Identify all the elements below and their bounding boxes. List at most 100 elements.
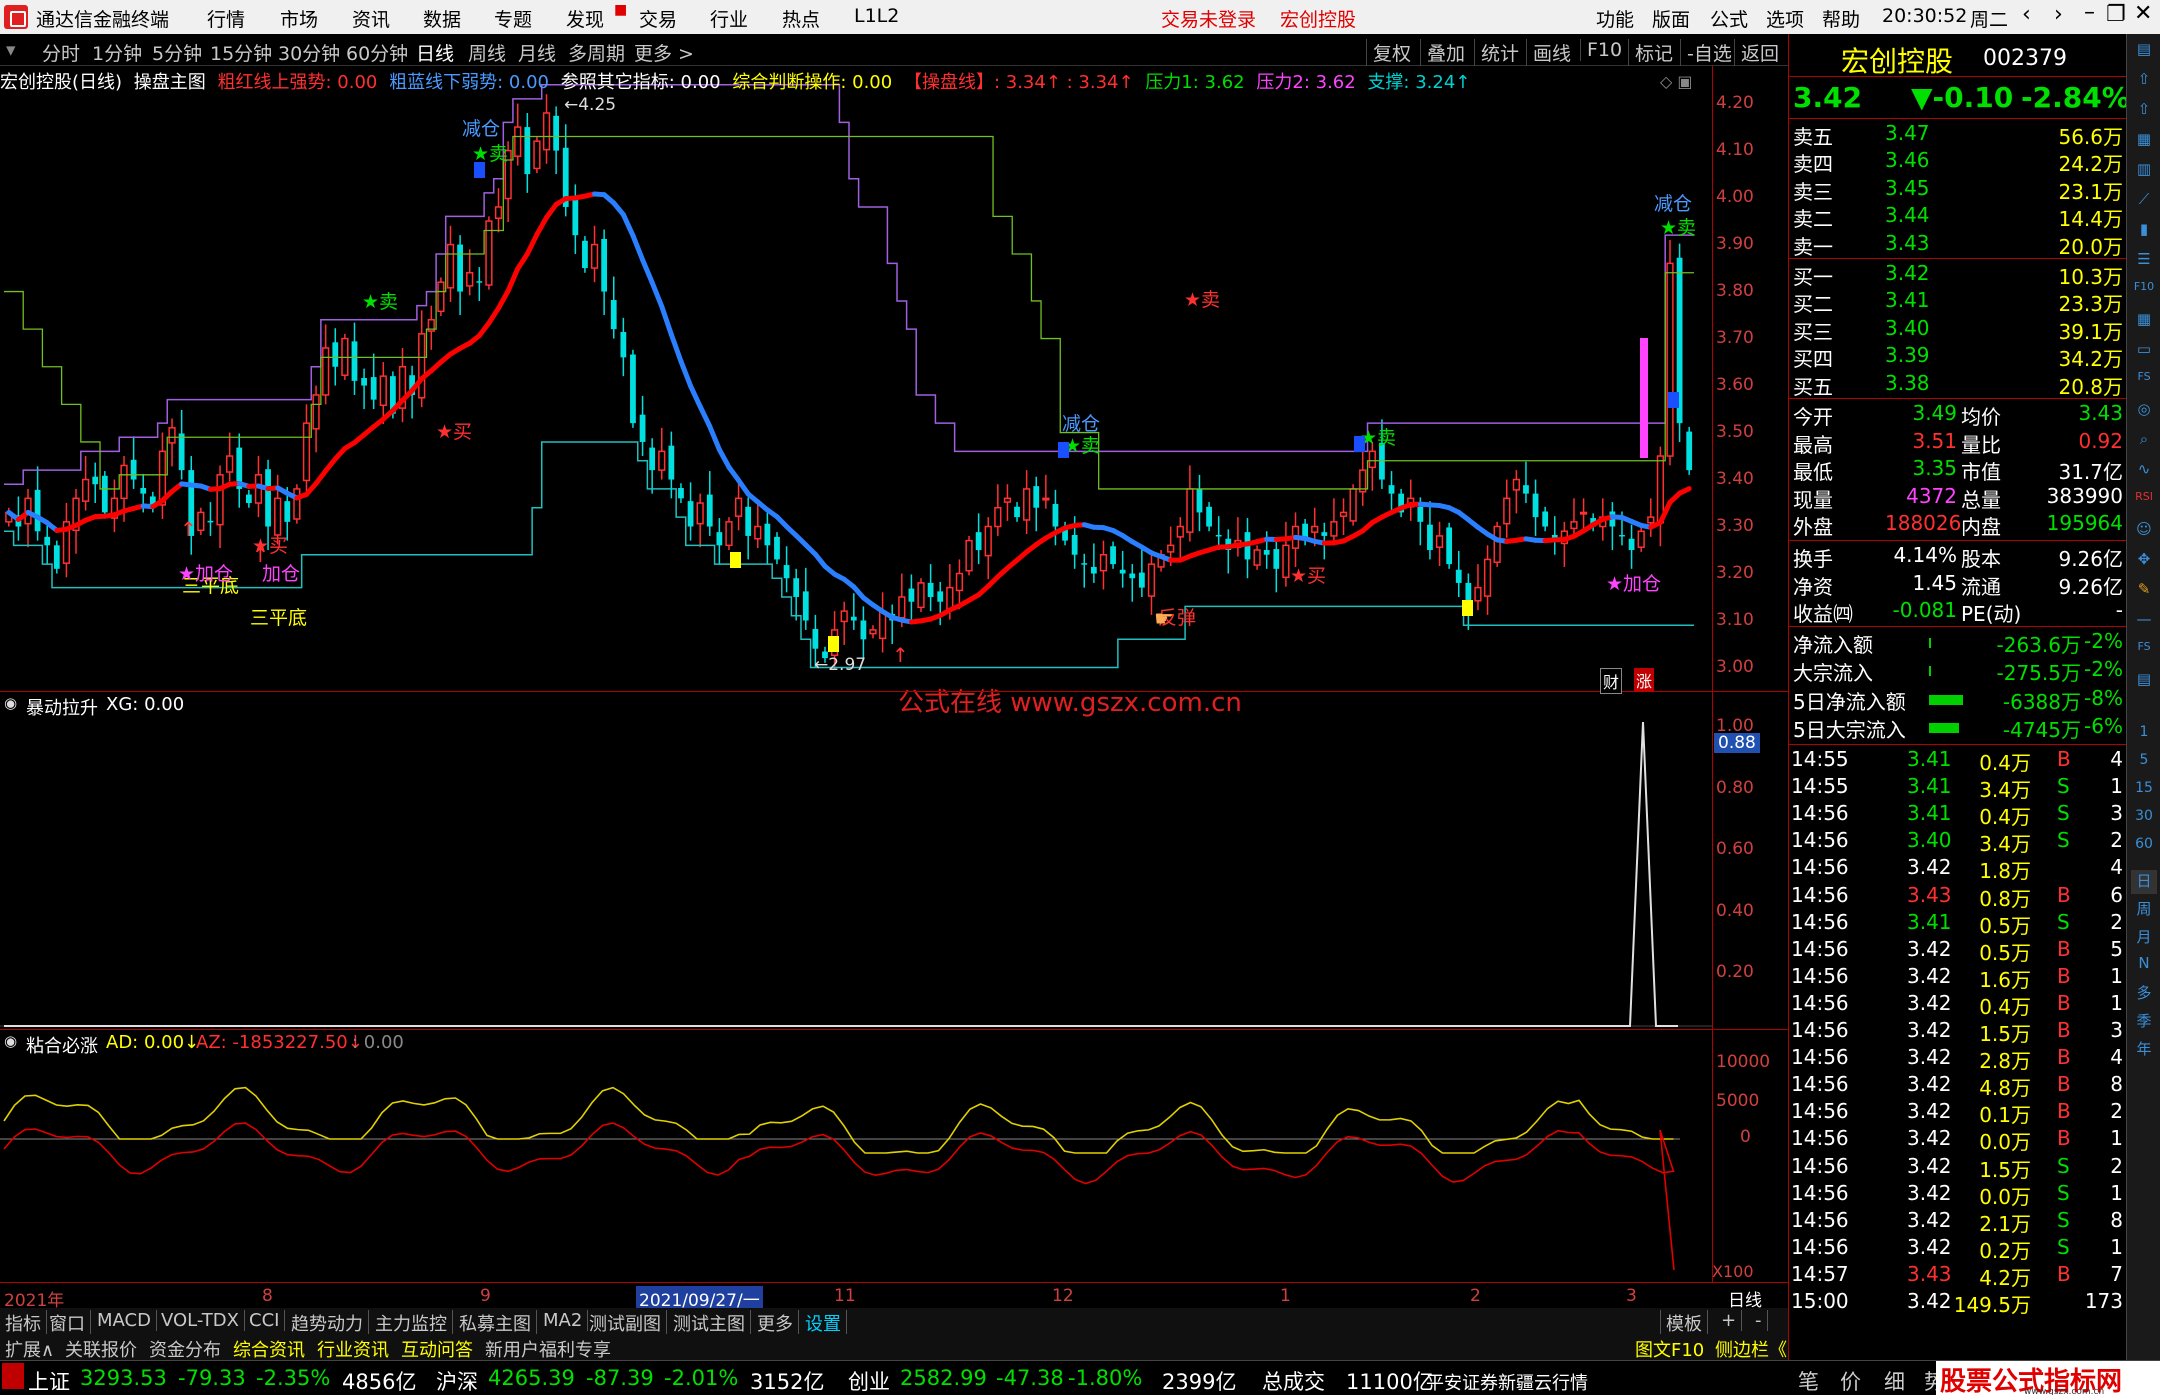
panel-tab[interactable]: 细	[1884, 1366, 1905, 1395]
finance-badge[interactable]: 财	[1600, 668, 1623, 694]
toolbar-button[interactable]: 返回	[1734, 39, 1779, 66]
menu-item[interactable]: 选项	[1766, 5, 1804, 32]
info-tab[interactable]: 综合资讯	[228, 1336, 310, 1362]
period-15[interactable]: 15	[2131, 780, 2157, 804]
remove-window-button[interactable]: -	[1750, 1310, 1768, 1331]
main-kline-chart[interactable]: 减仓 ★卖 ★卖 ★买 ★买 加仓 三平底 三平底 ★加仓 反弹 减仓 ★卖 ★卖 ★买 ★加仓 减仓 ★卖 ★卖…	[0, 66, 1788, 691]
indicator-name[interactable]: 操盘主图	[134, 72, 206, 93]
period-week[interactable]: 周	[2131, 898, 2157, 922]
menu-item[interactable]: 版面	[1652, 5, 1690, 32]
indicator-tab[interactable]: 测试副图	[584, 1310, 667, 1336]
line-chart-icon[interactable]: ⟋	[2131, 190, 2157, 214]
indicator-tab[interactable]: MA2	[538, 1310, 589, 1331]
sub1-collapse-icon[interactable]: ◉	[4, 694, 17, 712]
period-tab[interactable]: 30分钟	[278, 39, 340, 66]
fs-icon[interactable]: FS	[2131, 370, 2157, 394]
period-60[interactable]: 60	[2131, 836, 2157, 860]
info-tab[interactable]: 资金分布	[144, 1336, 226, 1362]
candle-icon[interactable]: ▮	[2131, 220, 2157, 244]
info-tab[interactable]: 关联报价	[60, 1336, 142, 1362]
period-n[interactable]: N	[2131, 954, 2157, 978]
info-tab[interactable]: 互动问答	[396, 1336, 478, 1362]
toolbar-button[interactable]: 复权	[1366, 39, 1411, 66]
sub2-collapse-icon[interactable]: ◉	[4, 1032, 17, 1050]
up-arrow-icon[interactable]: ⇧	[2131, 100, 2157, 124]
panel-tab[interactable]: 价	[1840, 1366, 1861, 1395]
chart-toggle-icon[interactable]: ◇ ▣	[1660, 72, 1693, 91]
period-season[interactable]: 季	[2131, 1010, 2157, 1034]
sub-chart-2[interactable]: ◉ 粘合必涨 AD: 0.00↓ AZ: -1853227.50↓ : 0.00	[0, 1029, 1788, 1282]
minus-icon[interactable]: —	[2131, 610, 2157, 634]
template-button[interactable]: 模板	[1660, 1310, 1708, 1336]
toolbar-button[interactable]: 统计	[1474, 39, 1519, 66]
forward-icon[interactable]: ›	[2054, 2, 2063, 27]
rsi-icon[interactable]: RSI	[2131, 490, 2157, 514]
indicator-tab[interactable]: 窗口	[44, 1310, 91, 1336]
period-tab[interactable]: 5分钟	[152, 39, 202, 66]
person-icon[interactable]: ☺	[2131, 520, 2157, 544]
menu-item[interactable]: 热点	[782, 5, 820, 32]
menu-item[interactable]: 资讯	[352, 5, 390, 32]
period-30[interactable]: 30	[2131, 808, 2157, 832]
menu-item[interactable]: 行业	[710, 5, 748, 32]
menu-item[interactable]: 数据	[423, 5, 461, 32]
menu-item[interactable]: 公式	[1710, 5, 1748, 32]
indicator-tab-settings[interactable]: 设置	[800, 1310, 847, 1336]
period-tab[interactable]: 月线	[518, 39, 556, 66]
chart2-icon[interactable]: ▤	[2131, 670, 2157, 694]
indicator-tab[interactable]: MACD	[92, 1310, 157, 1331]
indicator-tab[interactable]: 指标	[0, 1310, 47, 1336]
menu-item[interactable]: 功能	[1596, 5, 1634, 32]
toolbar-button[interactable]: -自选	[1680, 39, 1732, 66]
table-icon[interactable]: ▥	[2131, 160, 2157, 184]
up-arrow-icon[interactable]: ⇧	[2131, 70, 2157, 94]
sub2-title[interactable]: 粘合必涨	[26, 1032, 98, 1058]
period-tab[interactable]: 分时	[42, 39, 80, 66]
period-tab[interactable]: 1分钟	[92, 39, 142, 66]
bars-icon[interactable]: ▦	[2131, 310, 2157, 334]
indicator-tab[interactable]: 更多	[752, 1310, 799, 1336]
period-tab[interactable]: 周线	[468, 39, 506, 66]
fs2-icon[interactable]: FS	[2131, 640, 2157, 664]
period-tab[interactable]: 15分钟	[210, 39, 272, 66]
pencil-icon[interactable]: ✎	[2131, 580, 2157, 604]
move-icon[interactable]: ✥	[2131, 550, 2157, 574]
period-tab[interactable]: 多周期	[568, 39, 625, 66]
sub-chart-1[interactable]: ◉ 暴动拉升 XG: 0.00	[0, 691, 1788, 1029]
restore-icon[interactable]: ❐	[2106, 2, 2126, 27]
period-1[interactable]: 1	[2131, 724, 2157, 748]
toolbar-button[interactable]: 画线	[1526, 39, 1571, 66]
period-tab[interactable]: 60分钟	[346, 39, 408, 66]
period-5[interactable]: 5	[2131, 752, 2157, 776]
indicator-tab[interactable]: CCI	[244, 1310, 286, 1331]
sidebar-toggle[interactable]: 侧边栏《	[1710, 1336, 1792, 1362]
list-icon[interactable]: ☰	[2131, 250, 2157, 274]
add-window-button[interactable]: +	[1716, 1310, 1743, 1331]
close-icon[interactable]: ✕	[2134, 1, 2152, 26]
menu-item[interactable]: 专题	[494, 5, 532, 32]
menu-item[interactable]: 行情	[207, 5, 245, 32]
period-tab-more[interactable]: 更多 >	[634, 39, 694, 66]
toolbar-button[interactable]: 叠加	[1420, 39, 1465, 66]
sub1-title[interactable]: 暴动拉升	[26, 694, 98, 720]
index-name[interactable]: 上证	[28, 1366, 70, 1395]
menu-item[interactable]: 市场	[280, 5, 318, 32]
period-year[interactable]: 年	[2131, 1038, 2157, 1062]
info-tab[interactable]: 新用户福利专享	[480, 1336, 616, 1362]
kline-svg[interactable]: 减仓★卖★卖★买★买加仓三平底三平底★加仓反弹减仓★卖 ★卖★买 ★加仓减仓★卖★卖…	[0, 66, 1712, 691]
menu-item[interactable]: 发现	[566, 5, 604, 32]
toolbar-button[interactable]: 标记	[1628, 39, 1673, 66]
indicator-tab[interactable]: 趋势动力	[286, 1310, 369, 1336]
chart-icon[interactable]: ▤	[2131, 40, 2157, 64]
collapse-icon[interactable]: ▾	[6, 39, 16, 61]
period-tab-selected[interactable]: 日线	[416, 39, 454, 66]
menu-item[interactable]: 交易	[639, 5, 677, 32]
wave-icon[interactable]: ∿	[2131, 460, 2157, 484]
limit-up-badge[interactable]: 涨	[1634, 668, 1655, 692]
menu-item[interactable]: L1L2	[854, 5, 899, 27]
indicator-tab[interactable]: 主力监控	[370, 1310, 453, 1336]
f10-icon[interactable]: F10	[2131, 280, 2157, 304]
doc-icon[interactable]: ▭	[2131, 340, 2157, 364]
f10-button[interactable]: 图文F10	[1630, 1336, 1709, 1362]
period-multi[interactable]: 多	[2131, 982, 2157, 1006]
